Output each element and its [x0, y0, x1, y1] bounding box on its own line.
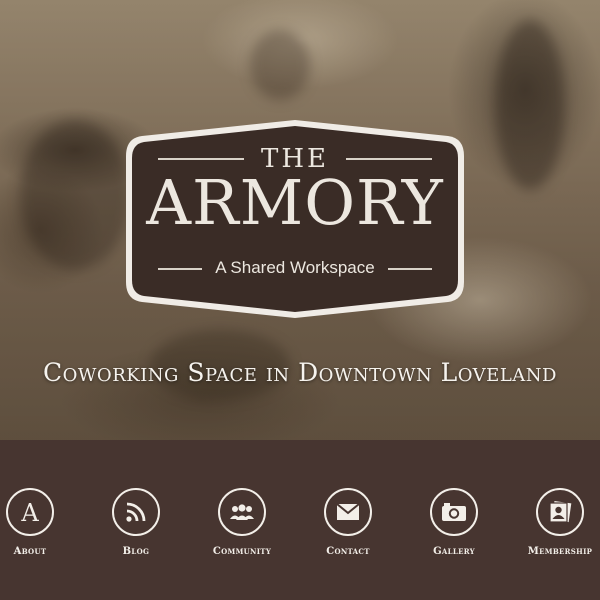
hero-banner: THE ARMORY A Shared Workspace Coworking … — [0, 0, 600, 440]
page-headline: Coworking Space in Downtown Loveland — [43, 358, 557, 387]
armory-logo[interactable]: THE ARMORY A Shared Workspace — [120, 116, 470, 322]
nav-item-membership[interactable]: Membership — [510, 488, 600, 557]
envelope-icon — [324, 488, 372, 536]
nav-item-about[interactable]: A About — [0, 488, 80, 557]
letter-a-icon: A — [6, 488, 54, 536]
nav-label-blog: Blog — [122, 546, 150, 557]
nav-label-gallery: Gallery — [433, 546, 475, 557]
nav-item-gallery[interactable]: Gallery — [404, 488, 504, 557]
id-card-icon — [536, 488, 584, 536]
rss-icon — [112, 488, 160, 536]
nav-label-community: Community — [212, 546, 272, 557]
nav-label-about: About — [13, 546, 47, 557]
svg-text:A: A — [20, 499, 39, 527]
nav-item-community[interactable]: Community — [192, 488, 292, 557]
logo-name: ARMORY — [146, 166, 444, 239]
main-nav: A About Blog Community Contact Gallery M… — [0, 440, 600, 600]
nav-item-contact[interactable]: Contact — [298, 488, 398, 557]
nav-label-membership: Membership — [527, 546, 593, 557]
nav-item-blog[interactable]: Blog — [86, 488, 186, 557]
nav-label-contact: Contact — [326, 546, 370, 557]
logo-tagline: A Shared Workspace — [215, 258, 375, 277]
people-icon — [218, 488, 266, 536]
camera-icon — [430, 488, 478, 536]
